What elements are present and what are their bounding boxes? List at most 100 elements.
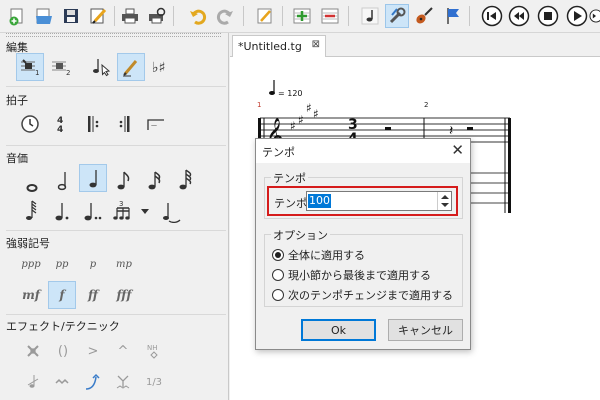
spin-up-icon[interactable] xyxy=(441,195,449,199)
measure-number-1: 1 xyxy=(257,101,261,109)
undo-icon[interactable] xyxy=(186,4,210,28)
dead-note-icon[interactable] xyxy=(20,338,46,364)
dynamic-ff-button[interactable]: ff xyxy=(79,281,107,309)
half-rest-icon xyxy=(467,127,473,130)
music-note-icon[interactable] xyxy=(358,4,382,28)
spin-down-icon[interactable] xyxy=(441,203,449,207)
dynamic-f-button[interactable]: f xyxy=(48,281,76,309)
save-icon[interactable] xyxy=(59,4,83,28)
dialog-close-icon[interactable]: ✕ xyxy=(451,141,464,159)
repeat-close-icon[interactable] xyxy=(111,110,139,138)
tab-title: *Untitled.tg xyxy=(238,40,302,53)
heavy-accent-icon[interactable]: ^ xyxy=(110,338,136,364)
tab-untitled[interactable]: *Untitled.tg ⊠ xyxy=(232,35,326,58)
radio-unchecked-icon[interactable] xyxy=(272,269,284,281)
dotted-note-icon[interactable] xyxy=(48,197,76,225)
pencil-edit-icon[interactable] xyxy=(117,53,145,81)
repeat-open-icon[interactable] xyxy=(80,110,108,138)
open-file-icon[interactable] xyxy=(32,4,56,28)
svg-text:1: 1 xyxy=(35,69,39,77)
option-apply-all[interactable]: 全体に適用する xyxy=(272,248,365,262)
tuplet-icon[interactable]: 3 xyxy=(110,197,138,225)
sixteenth-note-icon[interactable] xyxy=(141,166,169,194)
dynamic-mp-button[interactable]: mp xyxy=(110,250,138,278)
options-group-label: オプション xyxy=(271,227,330,243)
sharp-icon: ♯ xyxy=(313,107,319,121)
select-mode-1-icon[interactable]: 1 xyxy=(16,53,44,81)
dynamic-p-button[interactable]: p xyxy=(79,250,107,278)
pencil-icon[interactable] xyxy=(253,4,277,28)
new-file-icon[interactable] xyxy=(5,4,29,28)
svg-text:4: 4 xyxy=(57,125,63,135)
eighth-note-icon[interactable] xyxy=(110,166,138,194)
alternate-ending-icon[interactable]: — xyxy=(142,110,170,138)
vibrato-icon[interactable] xyxy=(50,369,76,395)
option-label: 現小節から最後まで適用する xyxy=(288,269,431,282)
stop-icon[interactable] xyxy=(536,4,560,28)
option-label: 次のテンポチェンジまで適用する xyxy=(288,289,453,302)
play-icon[interactable] xyxy=(565,4,589,28)
section-time-title: 拍子 xyxy=(6,94,28,107)
ok-button[interactable]: Ok xyxy=(301,319,376,341)
section-effects-title: エフェクト/テクニック xyxy=(6,320,120,333)
dialog-title: テンポ xyxy=(262,146,295,159)
tuplet-dropdown-icon[interactable] xyxy=(136,197,154,225)
accent-icon[interactable]: > xyxy=(80,338,106,364)
dialog-title-bar[interactable]: テンポ ✕ xyxy=(256,139,470,163)
natural-sharp-icon[interactable]: ♭♯ xyxy=(148,53,176,81)
quarter-rest-icon: 𝄽 xyxy=(449,123,453,139)
tuplet-fraction-icon[interactable]: 1/3 xyxy=(141,369,167,395)
grace-note-icon[interactable] xyxy=(20,369,46,395)
ghost-note-icon[interactable]: () xyxy=(50,338,76,364)
thirty-second-note-icon[interactable] xyxy=(172,166,200,194)
toolbar-divider xyxy=(243,6,244,26)
first-icon[interactable] xyxy=(480,4,504,28)
flag-icon[interactable] xyxy=(441,4,465,28)
toolbar-divider xyxy=(282,6,283,26)
tempo-value[interactable]: 100 xyxy=(308,194,331,208)
half-note-icon[interactable] xyxy=(48,166,76,194)
quarter-note-icon[interactable] xyxy=(79,164,107,192)
sharp-icon: ♯ xyxy=(306,101,312,115)
panel-grip[interactable] xyxy=(6,33,221,37)
sixty-fourth-note-icon[interactable] xyxy=(18,197,46,225)
next-icon[interactable] xyxy=(589,4,600,28)
double-dotted-note-icon[interactable] xyxy=(79,197,107,225)
tie-note-icon[interactable] xyxy=(158,197,186,225)
bend-icon[interactable] xyxy=(80,369,106,395)
insert-measure-icon[interactable] xyxy=(290,4,314,28)
option-apply-to-next-change[interactable]: 次のテンポチェンジまで適用する xyxy=(272,288,453,302)
sharp-icon: ♯ xyxy=(290,119,296,133)
tremolo-bar-icon[interactable] xyxy=(110,369,136,395)
radio-unchecked-icon[interactable] xyxy=(272,289,284,301)
dynamic-mf-button[interactable]: mf xyxy=(17,281,45,309)
remove-measure-icon[interactable] xyxy=(318,4,342,28)
tempo-dialog: テンポ ✕ テンポ テンポ 100 オプション 全体に適用する 現小節から最後ま… xyxy=(255,138,471,350)
cancel-button[interactable]: キャンセル xyxy=(388,319,463,341)
rewind-icon[interactable] xyxy=(507,4,531,28)
wrench-icon[interactable] xyxy=(385,4,409,28)
note-cursor-icon[interactable] xyxy=(87,53,115,81)
document-tab-bar: *Untitled.tg ⊠ xyxy=(230,33,600,58)
svg-text:♭♯: ♭♯ xyxy=(152,60,165,76)
dynamic-pp-button[interactable]: pp xyxy=(48,250,76,278)
select-mode-2-icon[interactable]: 2 xyxy=(47,53,75,81)
dynamic-ppp-button[interactable]: ppp xyxy=(17,250,45,278)
section-divider xyxy=(6,86,226,87)
tempo-spinner[interactable]: 100 xyxy=(306,191,452,211)
print-preview-icon[interactable] xyxy=(145,4,169,28)
edit-tools-panel: 編集 1 2 ♭♯ 拍子 44 — 音価 3 強弱記号 ppp pp p mp … xyxy=(0,33,229,400)
time-signature-icon[interactable]: 44 xyxy=(47,110,75,138)
guitar-icon[interactable] xyxy=(412,4,436,28)
tempo-clock-icon[interactable] xyxy=(16,110,44,138)
option-apply-to-end[interactable]: 現小節から最後まで適用する xyxy=(272,268,431,282)
harmonic-icon[interactable]: NH xyxy=(141,338,167,364)
tab-close-icon[interactable]: ⊠ xyxy=(312,39,320,50)
svg-text:2: 2 xyxy=(66,69,70,77)
print-icon[interactable] xyxy=(118,4,142,28)
edit-document-icon[interactable] xyxy=(86,4,110,28)
whole-note-icon[interactable] xyxy=(18,170,46,198)
redo-icon[interactable] xyxy=(213,4,237,28)
radio-checked-icon[interactable] xyxy=(272,249,284,261)
dynamic-fff-button[interactable]: fff xyxy=(110,281,138,309)
